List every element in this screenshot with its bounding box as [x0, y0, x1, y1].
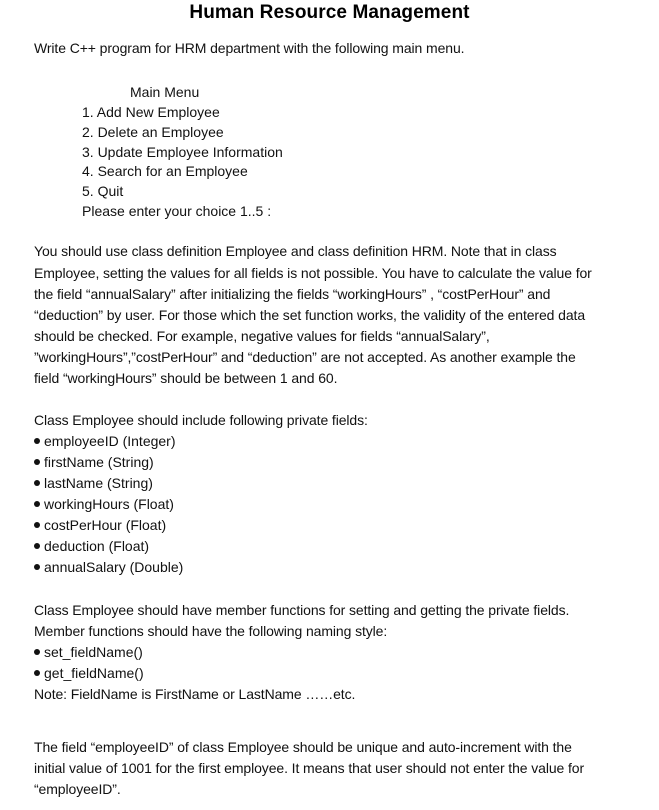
paragraph-line: ”workingHours”,”costPerHour” and “deduct…	[34, 349, 576, 365]
bullet-icon	[34, 564, 40, 571]
paragraph-line: Employee, setting the values for all fie…	[34, 265, 592, 281]
field-label: employeeID (Integer)	[44, 433, 176, 449]
field-list-item: costPerHour (Float)	[34, 515, 166, 535]
bullet-icon	[34, 438, 40, 445]
field-list-item: workingHours (Float)	[34, 494, 174, 514]
paragraph-line: the field “annualSalary” after initializ…	[34, 286, 551, 302]
field-list-item: lastName (String)	[34, 473, 153, 493]
bullet-icon	[34, 459, 40, 466]
bullet-icon	[34, 501, 40, 508]
functions-note: Note: FieldName is FirstName or LastName…	[34, 686, 356, 702]
functions-line: Member functions should have the followi…	[34, 623, 388, 639]
function-list-item: get_fieldName()	[34, 663, 144, 683]
field-list-item: employeeID (Integer)	[34, 431, 176, 451]
bullet-icon	[34, 522, 40, 529]
fields-heading: Class Employee should include following …	[34, 412, 368, 428]
paragraph-line: “deduction” by user. For those which the…	[34, 307, 586, 323]
menu-item: 1. Add New Employee	[82, 104, 220, 120]
bullet-icon	[34, 543, 40, 550]
bullet-icon	[34, 670, 40, 677]
menu-prompt: Please enter your choice 1..5 :	[82, 203, 272, 219]
field-label: lastName (String)	[44, 475, 153, 491]
menu-item: 4. Search for an Employee	[82, 163, 248, 179]
intro-text: Write C++ program for HRM department wit…	[34, 40, 465, 56]
functions-line: Class Employee should have member functi…	[34, 602, 570, 618]
field-list-item: annualSalary (Double)	[34, 557, 183, 577]
function-label: get_fieldName()	[44, 665, 144, 681]
main-menu-heading: Main Menu	[130, 84, 200, 100]
paragraph-line: should be checked. For example, negative…	[34, 328, 490, 344]
bullet-icon	[34, 649, 40, 656]
paragraph-line: field “workingHours” should be between 1…	[34, 370, 338, 386]
menu-item: 3. Update Employee Information	[82, 144, 283, 160]
paragraph-line: “employeeID”.	[34, 781, 121, 797]
paragraph-line: The field “employeeID” of class Employee…	[34, 739, 572, 755]
field-label: costPerHour (Float)	[44, 517, 167, 533]
menu-item: 5. Quit	[82, 183, 124, 199]
field-label: firstName (String)	[44, 454, 154, 470]
field-label: deduction (Float)	[44, 538, 150, 554]
function-label: set_fieldName()	[44, 644, 143, 660]
field-label: annualSalary (Double)	[44, 559, 184, 575]
menu-item: 2. Delete an Employee	[82, 124, 224, 140]
document-title: Human Resource Management	[189, 2, 470, 23]
paragraph-line: initial value of 1001 for the first empl…	[34, 760, 585, 776]
bullet-icon	[34, 480, 40, 487]
field-label: workingHours (Float)	[44, 496, 174, 512]
paragraph-line: You should use class definition Employee…	[34, 243, 557, 259]
field-list-item: firstName (String)	[34, 452, 154, 472]
field-list-item: deduction (Float)	[34, 536, 149, 556]
function-list-item: set_fieldName()	[34, 642, 143, 662]
